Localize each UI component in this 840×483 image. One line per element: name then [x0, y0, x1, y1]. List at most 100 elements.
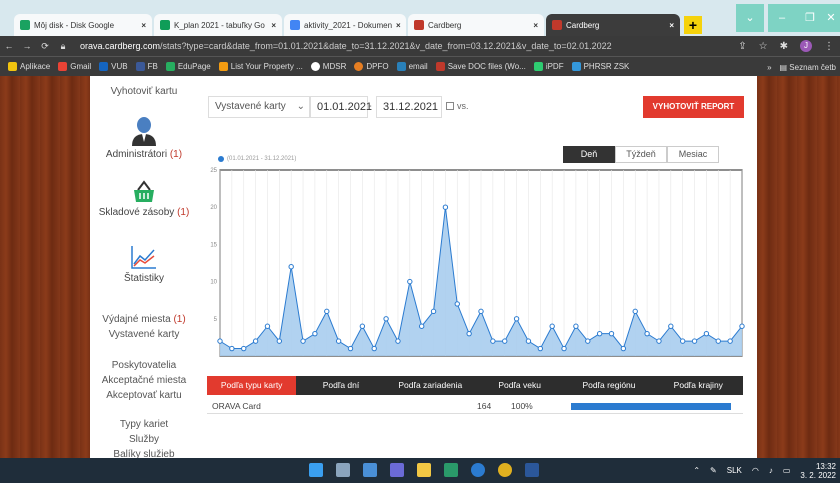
back-icon[interactable]: ←: [0, 41, 18, 51]
reading-list-icon: ▤: [779, 62, 790, 72]
close-icon[interactable]: ×: [529, 21, 538, 30]
url-field[interactable]: orava.cardberg.com/stats?type=card&date_…: [80, 41, 612, 51]
data-point: [407, 278, 413, 285]
bookmark-phrsr[interactable]: PHRSR ZSK: [571, 62, 629, 71]
chevron-down-icon[interactable]: ⌄: [736, 4, 764, 32]
tab-title: Cardberg: [428, 20, 462, 30]
minimize-button[interactable]: –: [768, 4, 796, 32]
lock-icon[interactable]: 🔒︎: [54, 41, 72, 52]
bookmark-savedoc[interactable]: Save DOC files (Wo...: [435, 62, 526, 71]
extensions-icon[interactable]: ✱: [780, 41, 788, 52]
sidebar-item-baliky[interactable]: Balíky služieb: [90, 449, 198, 458]
reload-icon[interactable]: ⟳: [36, 41, 54, 52]
tab-title: K_plan 2021 - tabuľky Go: [174, 20, 265, 30]
stat-type-select[interactable]: Vystavené karty ⌄: [208, 96, 310, 118]
data-point: [561, 345, 567, 352]
report-button[interactable]: VYHOTOVIŤ REPORT: [643, 96, 744, 118]
tab-by-day[interactable]: Podľa dní: [296, 376, 385, 395]
wifi-icon[interactable]: ◠: [752, 466, 759, 475]
sidebar-item-vystavene[interactable]: Vystavené karty: [90, 329, 198, 340]
explorer-icon[interactable]: [417, 463, 431, 477]
avatar[interactable]: J: [800, 40, 812, 52]
sidebar-item-sluzby[interactable]: Služby: [90, 434, 198, 445]
browser-tab-drive[interactable]: Môj disk - Disk Google ×: [14, 14, 152, 36]
range-week-button[interactable]: Týždeň: [615, 146, 667, 163]
select-value: Vystavené karty: [215, 101, 286, 112]
word-icon[interactable]: [525, 463, 539, 477]
tab-by-card-type[interactable]: Podľa typu karty: [207, 376, 297, 395]
task-view-icon[interactable]: [363, 463, 377, 477]
pen-icon[interactable]: ✎: [710, 466, 717, 475]
battery-icon[interactable]: ▭: [783, 466, 791, 475]
browser-tab-sheets[interactable]: K_plan 2021 - tabuľky Go ×: [154, 14, 282, 36]
sidebar-item-administratori[interactable]: Administrátori (1): [90, 116, 198, 160]
sidebar-item-statistiky[interactable]: Štatistiky: [90, 244, 198, 284]
date-from-field[interactable]: 01.01.2021: [310, 96, 372, 118]
chrome-icon[interactable]: [498, 463, 512, 477]
bookmark-gmail[interactable]: Gmail: [58, 62, 91, 71]
range-day-button[interactable]: Deň: [563, 146, 615, 163]
share-icon[interactable]: ⇪: [738, 41, 746, 52]
close-icon[interactable]: ×: [392, 21, 401, 30]
close-icon[interactable]: ×: [137, 21, 146, 30]
volume-icon[interactable]: ♪: [769, 466, 773, 475]
legend-dot-icon: [218, 156, 224, 162]
bookmark-edupage[interactable]: EduPage: [165, 62, 211, 71]
chevron-up-icon[interactable]: ⌃: [693, 466, 700, 475]
sidebar-item-poskytovatelia[interactable]: Poskytovatelia: [90, 360, 198, 371]
bookmark-apps[interactable]: Aplikace: [8, 62, 50, 71]
windows-start-icon[interactable]: [309, 463, 323, 477]
search-icon[interactable]: [336, 463, 350, 477]
sidebar-item-vydajne[interactable]: Výdajné miesta (1): [90, 314, 198, 325]
sidebar-item-akceptovat[interactable]: Akceptovať kartu: [90, 390, 198, 401]
bookmark-vub[interactable]: VUB: [99, 62, 128, 71]
more-bookmarks-button[interactable]: »: [767, 63, 771, 72]
data-point: [276, 338, 283, 344]
store-icon[interactable]: [444, 463, 458, 477]
breakdown-tabs: Podľa typu karty Podľa dní Podľa zariade…: [207, 376, 743, 395]
bookmark-mdsr[interactable]: MDSR: [310, 62, 346, 71]
browser-tab-docs[interactable]: aktivity_2021 - Dokumen ×: [284, 14, 406, 36]
new-tab-button[interactable]: +: [684, 16, 702, 34]
vs-checkbox[interactable]: vs.: [446, 101, 469, 111]
tab-by-age[interactable]: Podľa veku: [475, 376, 564, 395]
bookmark-dpfo[interactable]: DPFO: [354, 62, 389, 71]
edge-icon[interactable]: [471, 463, 485, 477]
sidebar-item-typy[interactable]: Typy kariet: [90, 419, 198, 430]
star-icon[interactable]: ☆: [759, 41, 768, 52]
reading-list-button[interactable]: ▤ Seznam četb: [780, 63, 836, 72]
browser-tab-cardberg-1[interactable]: Cardberg ×: [408, 14, 544, 36]
browser-tab-cardberg-2[interactable]: Cardberg ×: [546, 14, 680, 36]
bookmark-property[interactable]: List Your Property ...: [218, 62, 303, 71]
bookmark-fb[interactable]: FB: [135, 62, 158, 71]
data-point: [620, 345, 627, 352]
property-icon: [218, 62, 228, 71]
data-point: [229, 345, 235, 352]
close-window-button[interactable]: ✕: [822, 4, 840, 32]
sidebar-item-skladove[interactable]: Skladové zásoby (1): [90, 180, 198, 218]
date-to-field[interactable]: 31.12.2021: [376, 96, 442, 118]
chart-legend[interactable]: (01.01.2021 - 31.12.2021): [218, 156, 296, 162]
data-point: [300, 338, 306, 344]
close-icon[interactable]: ×: [665, 21, 674, 30]
menu-icon[interactable]: ⋮: [824, 41, 834, 52]
data-point: [679, 338, 686, 344]
data-point: [608, 330, 615, 337]
sidebar-item-akceptacne[interactable]: Akceptačné miesta: [90, 375, 198, 386]
tab-by-device[interactable]: Podľa zariadenia: [386, 376, 475, 395]
tab-by-country[interactable]: Podľa krajiny: [654, 376, 743, 395]
close-icon[interactable]: ×: [267, 21, 276, 30]
sidebar-item-vyhotovit[interactable]: Vyhotoviť kartu: [90, 86, 198, 97]
data-point: [596, 330, 603, 337]
maximize-button[interactable]: ❐: [796, 4, 824, 32]
clock[interactable]: 13:32 3. 2. 2022: [800, 462, 836, 480]
tab-title: Cardberg: [566, 20, 600, 30]
language-indicator[interactable]: SLK: [727, 466, 742, 475]
range-month-button[interactable]: Mesiac: [667, 146, 719, 163]
tab-by-region[interactable]: Podľa regiónu: [564, 376, 653, 395]
bookmark-email[interactable]: email: [396, 62, 428, 71]
chat-icon[interactable]: [390, 463, 404, 477]
bookmark-ipdf[interactable]: iPDF: [533, 62, 564, 71]
forward-icon[interactable]: →: [18, 41, 36, 51]
administrator-icon: [132, 117, 156, 146]
